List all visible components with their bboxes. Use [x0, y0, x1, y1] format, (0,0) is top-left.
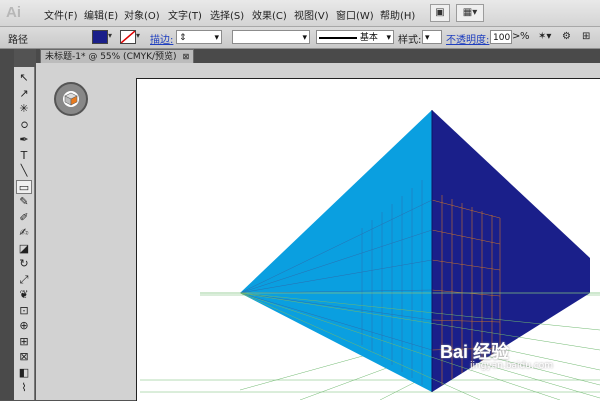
left-plane[interactable] [240, 110, 432, 392]
perspective-drawing [140, 110, 600, 400]
watermark-url: jingyan.baidu.com [470, 361, 554, 371]
